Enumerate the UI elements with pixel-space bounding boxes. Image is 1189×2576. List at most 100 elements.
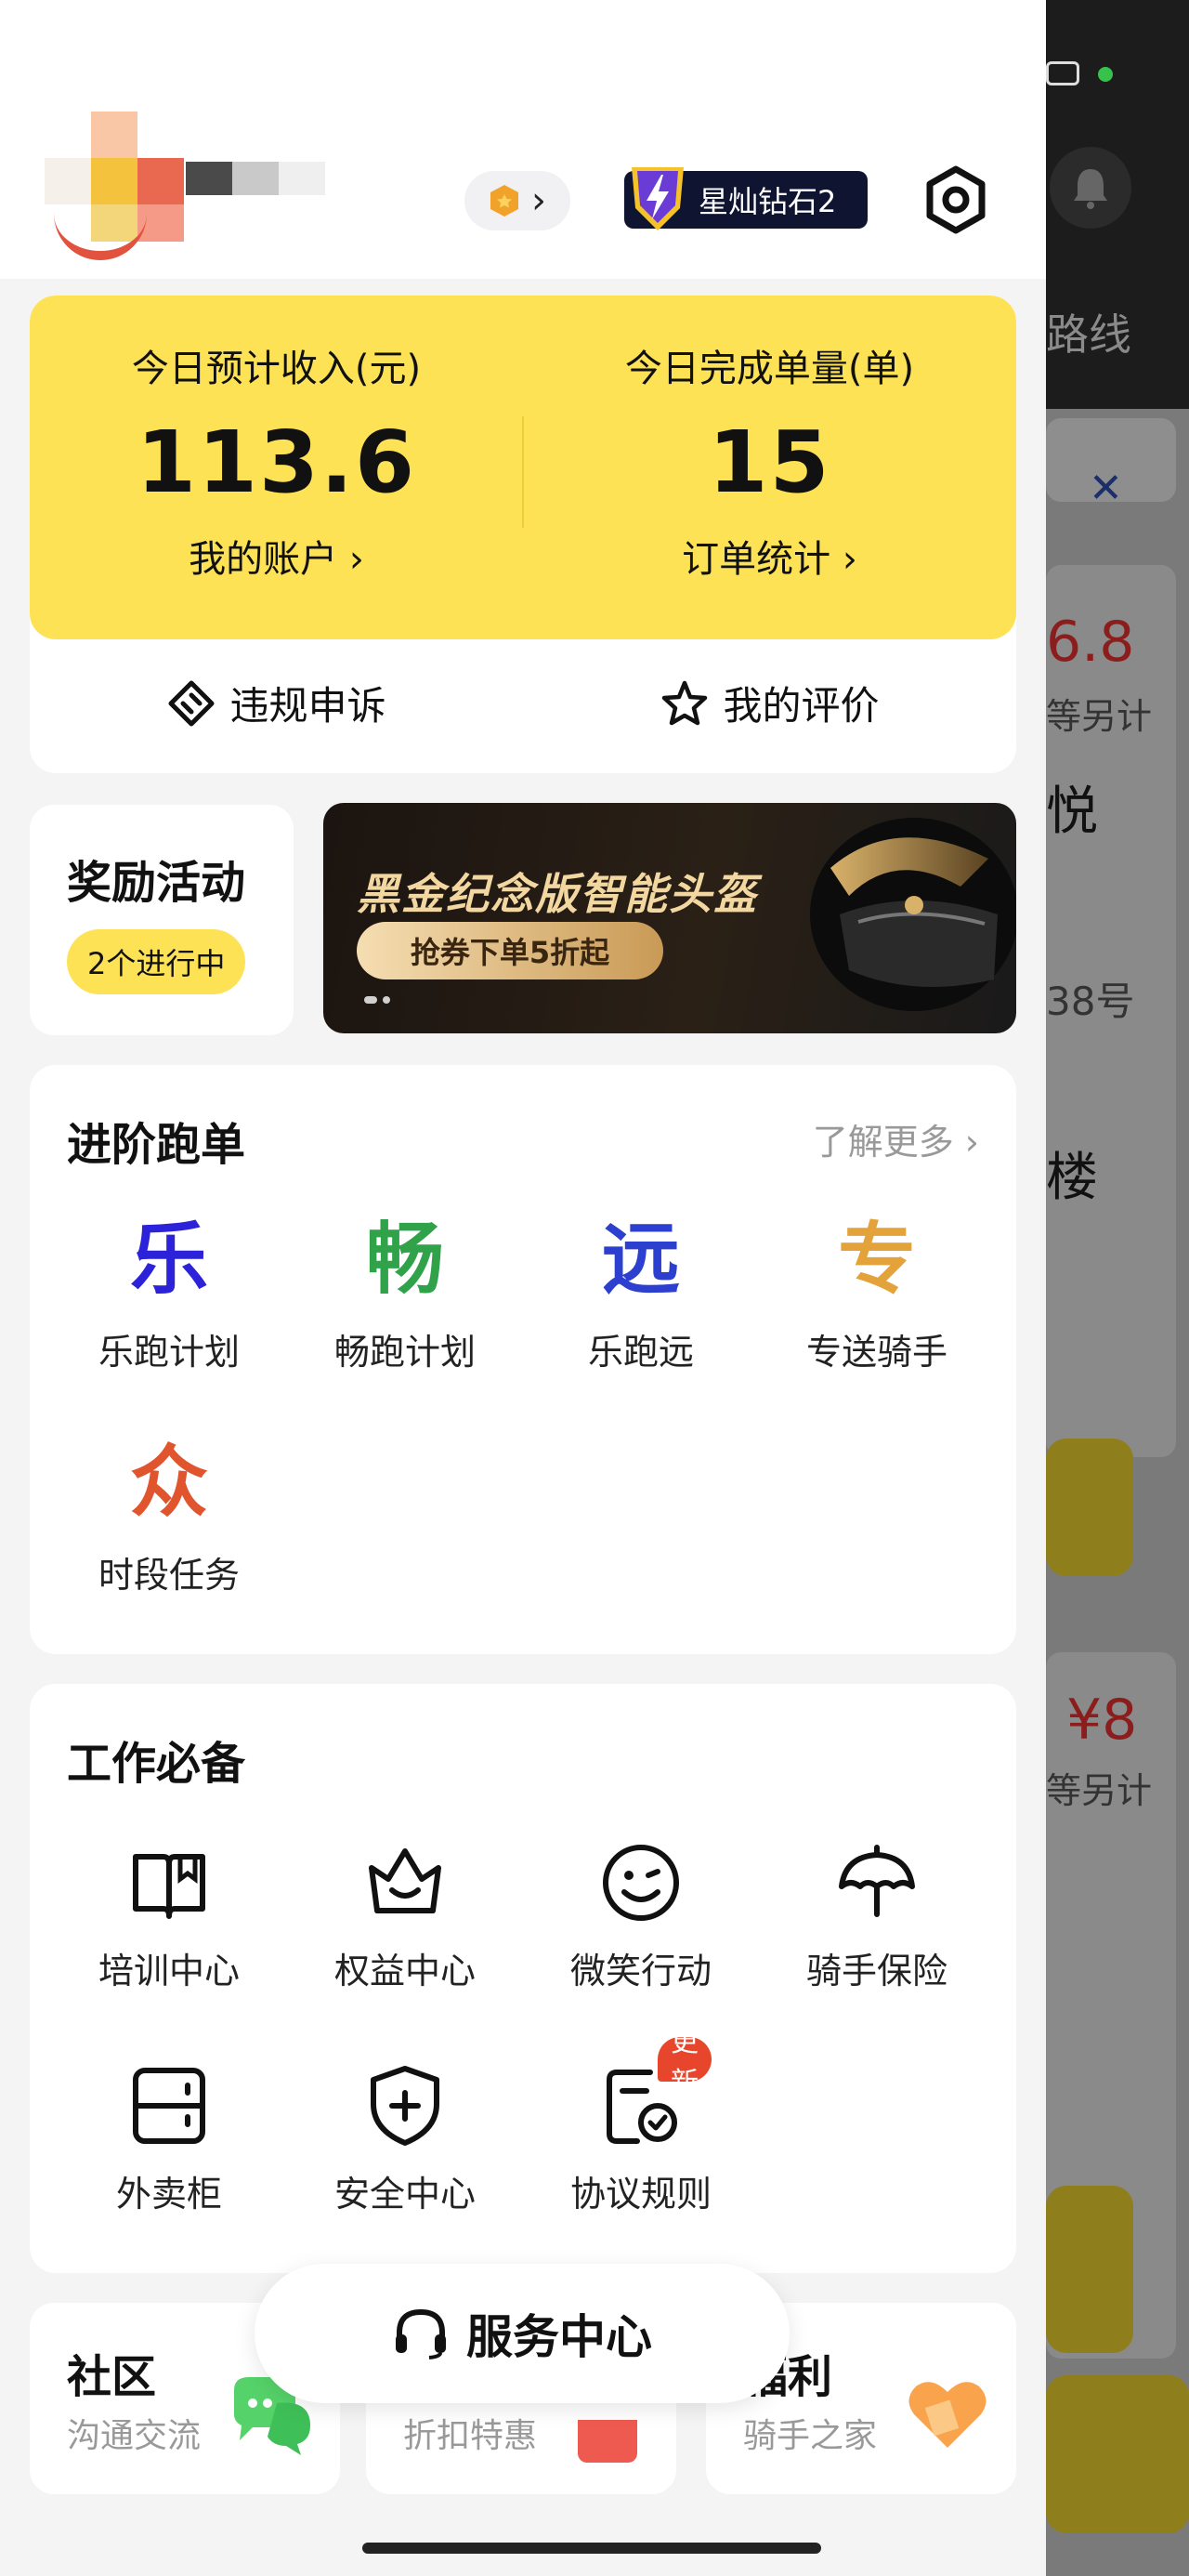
plan-label: 畅跑计划: [333, 1332, 476, 1373]
side-drawer: › 星灿钻石2 今日预计收入(元) 113.6 我的账户 › 今日完成单量(单)…: [0, 0, 1046, 2576]
plan-smooth-run[interactable]: 畅 畅跑计划: [303, 1208, 507, 1374]
grid-label: 协议规则: [569, 2174, 712, 2215]
my-rating-button[interactable]: 我的评价: [523, 675, 1016, 731]
grid-label: 微笑行动: [569, 1951, 712, 1991]
orders-completed: 今日完成单量(单) 15 订单统计 ›: [523, 338, 1016, 583]
update-badge: 更新: [658, 2026, 712, 2099]
heart-tag-icon: [908, 2382, 986, 2448]
background-fee-label: 等另计: [1046, 1770, 1153, 1811]
helmet-promo-banner[interactable]: 黑金纪念版智能头盔 抢券下单5折起: [323, 803, 1016, 1033]
service-center-label: 服务中心: [466, 2310, 652, 2364]
food-locker-button[interactable]: 外卖柜: [67, 2059, 271, 2216]
crown-icon: [359, 1836, 451, 1929]
dedicated-rider-icon: 专: [837, 1214, 916, 1305]
bell-icon: [1050, 147, 1131, 229]
smooth-run-icon: 畅: [365, 1214, 444, 1305]
work-essentials-section: 工作必备 培训中心 权益中心 微笑行动 骑手保险 外卖柜 安全中心 更新 协议规…: [30, 1684, 1016, 2273]
welfare-subtitle: 骑手之家: [743, 2417, 878, 2455]
battery-icon: [1046, 61, 1079, 85]
plan-label: 专送骑手: [805, 1332, 947, 1373]
section-title: 工作必备: [67, 1738, 246, 1790]
orders-completed-label: 今日完成单量(单): [624, 348, 915, 390]
agreement-icon: 更新: [594, 2026, 712, 2152]
appeal-icon: [168, 680, 215, 726]
violation-appeal-button[interactable]: 违规申诉: [30, 675, 523, 731]
book-icon: [123, 1836, 216, 1929]
coin-icon: [490, 185, 518, 217]
headset-icon: [396, 2308, 446, 2359]
smile-icon: [594, 1836, 687, 1929]
home-indicator[interactable]: [362, 2543, 821, 2554]
background-address: 38号: [1046, 979, 1135, 1024]
carousel-indicator: [364, 996, 390, 1004]
settings-icon[interactable]: [920, 164, 992, 236]
background-text: 楼: [1046, 1148, 1098, 1208]
long-run-icon: 远: [601, 1214, 680, 1305]
plan-time-slot-task[interactable]: 众 时段任务: [67, 1431, 271, 1597]
rider-insurance-button[interactable]: 骑手保险: [775, 1836, 979, 1993]
background-route-label: 路线: [1046, 309, 1131, 360]
agreement-rules-button[interactable]: 更新 协议规则: [539, 2026, 743, 2216]
background-button: [1046, 1439, 1133, 1576]
plan-label: 时段任务: [98, 1555, 240, 1596]
grid-label: 培训中心: [98, 1951, 240, 1991]
orders-completed-value: 15: [708, 413, 831, 512]
safety-center-button[interactable]: 安全中心: [303, 2059, 507, 2216]
background-price: 6.8: [1046, 610, 1135, 675]
income-card: 今日预计收入(元) 113.6 我的账户 › 今日完成单量(单) 15 订单统计…: [30, 296, 1016, 773]
grid-label: 权益中心: [333, 1951, 476, 1991]
chevron-right-icon: ›: [531, 179, 546, 222]
background-price: ¥8: [1066, 1688, 1138, 1753]
background-button: [1046, 2375, 1189, 2533]
grid-label: 骑手保险: [805, 1951, 947, 1991]
service-center-button[interactable]: 服务中心: [255, 2264, 790, 2403]
advanced-running-section: 进阶跑单 了解更多 › 乐 乐跑计划 畅 畅跑计划 远 乐跑远 专 专送骑手 众…: [30, 1065, 1016, 1654]
banner-title: 黑金纪念版智能头盔: [357, 869, 758, 919]
level-badge-label: 星灿钻石2: [699, 184, 837, 219]
smile-action-button[interactable]: 微笑行动: [539, 1836, 743, 1993]
learn-more-link[interactable]: 了解更多 ›: [813, 1113, 979, 1164]
estimated-income: 今日预计收入(元) 113.6 我的账户 ›: [30, 338, 523, 583]
community-subtitle: 沟通交流: [67, 2417, 202, 2455]
coin-button[interactable]: ›: [464, 171, 570, 230]
discount-subtitle: 折扣特惠: [403, 2417, 538, 2455]
background-app-panel: 路线 ✕ 6.8 等另计 悦 38号 楼 ¥8 等另计: [1046, 0, 1189, 2576]
happy-run-icon: 乐: [129, 1214, 208, 1305]
close-icon: ✕: [1089, 465, 1123, 512]
rewards-card[interactable]: 奖励活动 2个进行中: [30, 805, 294, 1035]
training-center-button[interactable]: 培训中心: [67, 1836, 271, 1993]
grid-label: 外卖柜: [115, 2174, 222, 2215]
violation-appeal-label: 违规申诉: [229, 683, 386, 729]
plan-label: 乐跑计划: [98, 1332, 240, 1373]
status-dot-icon: [1098, 67, 1113, 82]
username-blurred: [186, 162, 362, 195]
plan-label: 乐跑远: [587, 1332, 694, 1373]
star-icon: [662, 680, 708, 725]
background-text: 悦: [1046, 782, 1098, 842]
income-summary: 今日预计收入(元) 113.6 我的账户 › 今日完成单量(单) 15 订单统计…: [30, 296, 1016, 639]
my-account-link[interactable]: 我的账户 ›: [30, 529, 523, 583]
benefits-center-button[interactable]: 权益中心: [303, 1836, 507, 1993]
community-title: 社区: [67, 2351, 157, 2403]
level-badge[interactable]: 星灿钻石2: [624, 167, 868, 230]
estimated-income-value: 113.6: [136, 413, 416, 512]
shield-icon: [359, 2059, 451, 2152]
grid-label: 安全中心: [333, 2174, 476, 2215]
helmet-image: [810, 818, 1016, 1011]
background-fee-label: 等另计: [1046, 696, 1153, 737]
gift-icon: [578, 2420, 637, 2463]
estimated-income-label: 今日预计收入(元): [131, 348, 422, 390]
time-slot-task-icon: 众: [129, 1437, 208, 1528]
locker-icon: [123, 2059, 216, 2152]
section-title: 进阶跑单: [67, 1119, 246, 1171]
background-button: [1046, 2186, 1133, 2353]
order-stats-link[interactable]: 订单统计 ›: [523, 529, 1016, 583]
banner-coupon-button[interactable]: 抢券下单5折起: [357, 922, 663, 979]
umbrella-icon: [830, 1836, 923, 1929]
rewards-title: 奖励活动: [67, 857, 246, 909]
my-rating-label: 我的评价: [723, 683, 880, 729]
lightning-badge-icon: [632, 167, 684, 230]
plan-long-run[interactable]: 远 乐跑远: [539, 1208, 743, 1374]
plan-happy-run[interactable]: 乐 乐跑计划: [67, 1208, 271, 1374]
plan-dedicated-rider[interactable]: 专 专送骑手: [775, 1208, 979, 1374]
